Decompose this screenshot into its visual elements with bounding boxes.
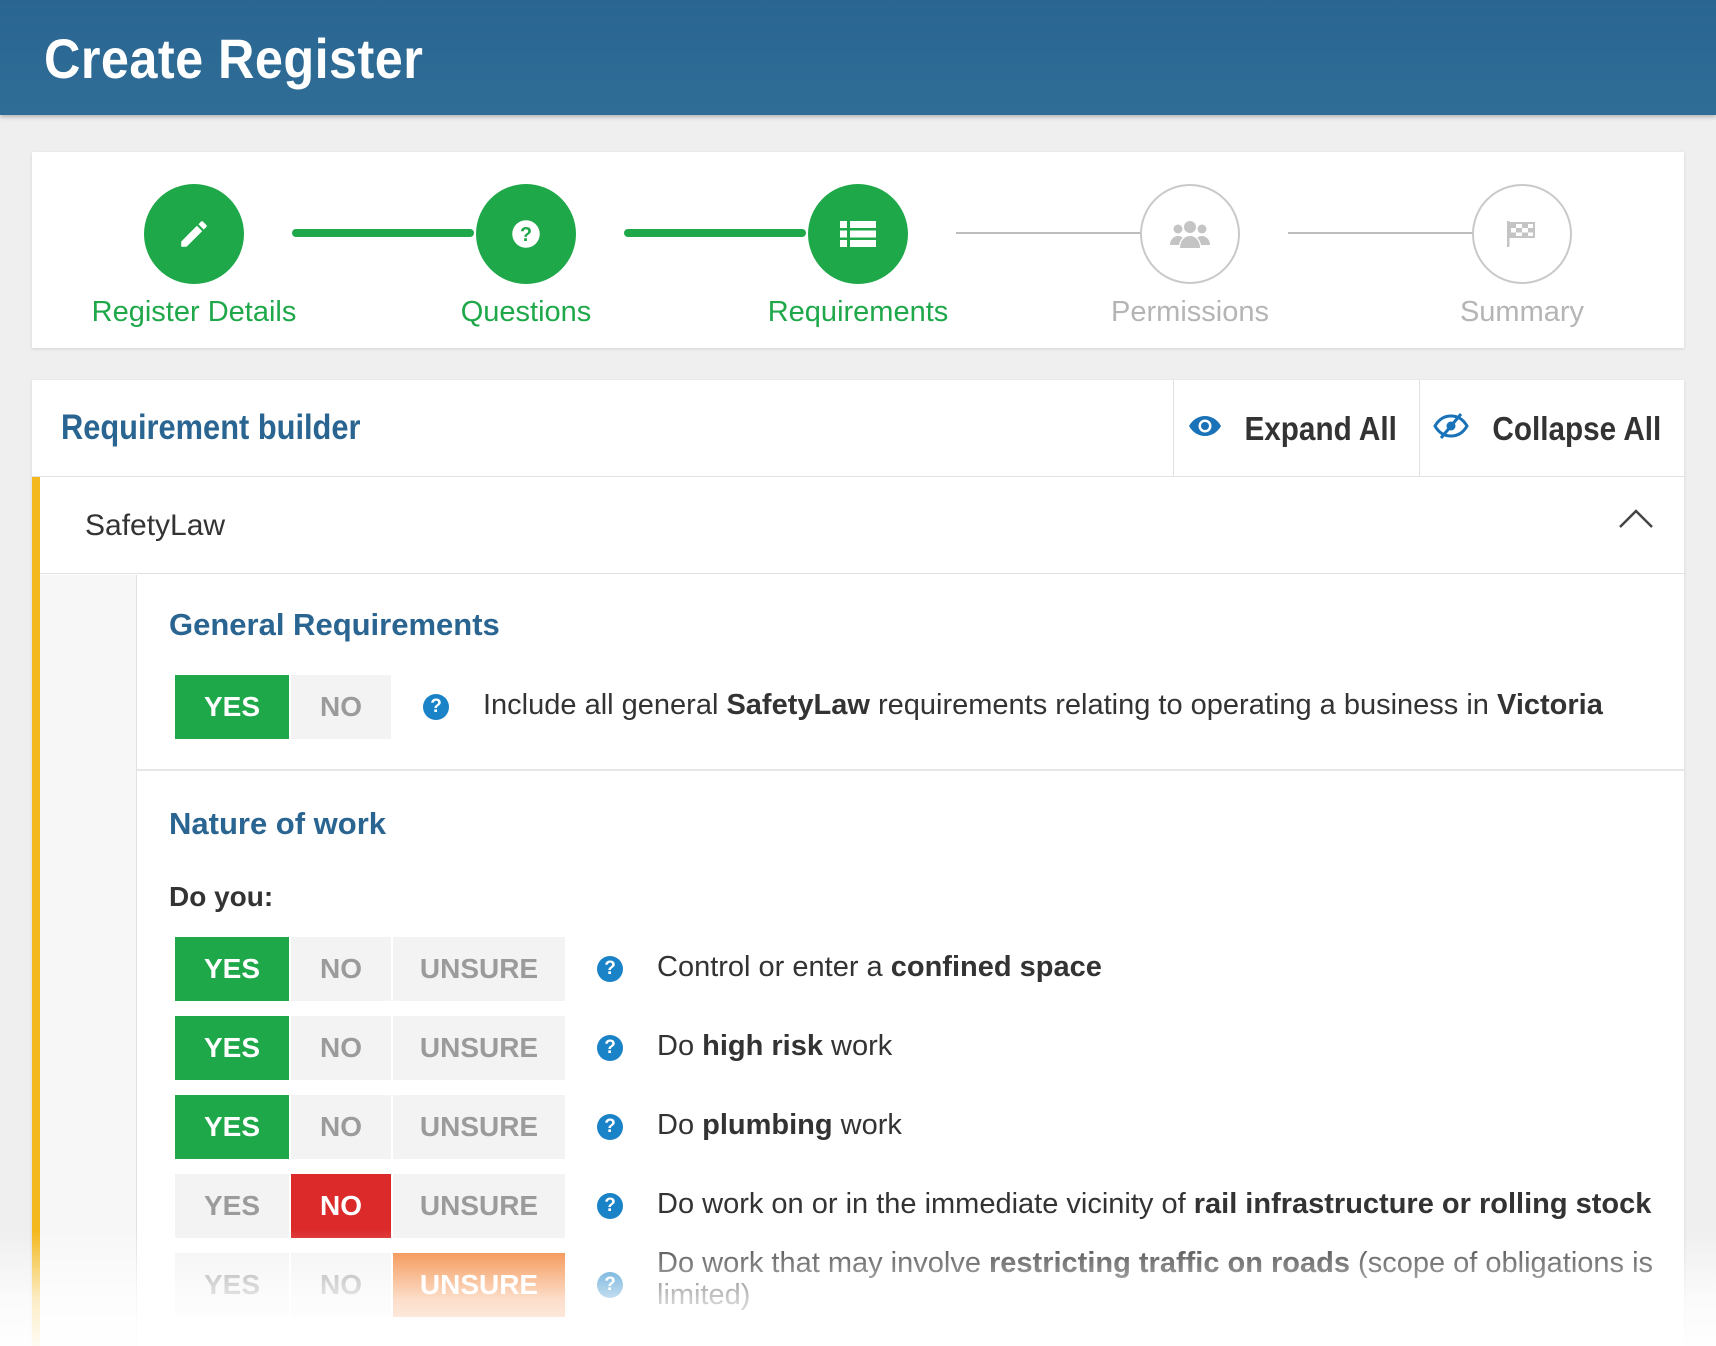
question-text: Do work on or in the immediate vicinity … (657, 1188, 1652, 1220)
question-toggle: YES NO UNSURE (175, 1174, 565, 1238)
progress-stepper: Register Details ? Questions Requirement… (32, 152, 1684, 348)
flag-icon (1472, 184, 1572, 284)
requirement-builder-card: Requirement builder Expand All Collapse … (32, 380, 1684, 1346)
step-register-details[interactable]: Register Details (74, 184, 314, 329)
unsure-button[interactable]: UNSURE (393, 1253, 565, 1317)
question-toggle: YES NO UNSURE (175, 1095, 565, 1159)
eye-icon (1188, 415, 1222, 442)
group-accent-bar (32, 477, 40, 1346)
no-button[interactable]: NO (291, 1253, 391, 1317)
step-label: Summary (1459, 296, 1585, 328)
yes-button[interactable]: YES (175, 1253, 289, 1317)
pencil-icon (144, 184, 244, 284)
unsure-button[interactable]: UNSURE (393, 937, 565, 1001)
no-button[interactable]: NO (291, 1174, 391, 1238)
unsure-button[interactable]: UNSURE (393, 1174, 565, 1238)
unsure-button[interactable]: UNSURE (393, 1016, 565, 1080)
no-button[interactable]: NO (291, 937, 391, 1001)
chevron-up-icon[interactable] (1618, 507, 1654, 534)
step-label: Permissions (1111, 296, 1269, 328)
collapse-all-label: Collapse All (1492, 409, 1662, 447)
help-icon[interactable]: ? (597, 1035, 623, 1061)
help-icon[interactable]: ? (423, 694, 449, 720)
step-label: Requirements (767, 296, 949, 328)
question-text: Control or enter a confined space (657, 951, 1102, 983)
section-title-nature: Nature of work (169, 806, 387, 841)
step-requirements[interactable]: Requirements (738, 184, 978, 329)
yes-button[interactable]: YES (175, 1016, 289, 1080)
question-text: Do work that may involve restricting tra… (657, 1247, 1654, 1311)
step-permissions[interactable]: Permissions (1070, 184, 1310, 329)
step-summary[interactable]: Summary (1402, 184, 1642, 329)
no-button[interactable]: NO (291, 675, 391, 739)
yes-button[interactable]: YES (175, 675, 289, 739)
group-content: General Requirements YES NO ? Include al… (136, 575, 1684, 1346)
no-button[interactable]: NO (291, 1016, 391, 1080)
svg-text:?: ? (520, 224, 532, 246)
expand-all-label: Expand All (1244, 409, 1397, 447)
indent-gutter (40, 575, 136, 1346)
help-icon[interactable]: ? (597, 1114, 623, 1140)
question-toggle: YES NO UNSURE (175, 1253, 565, 1317)
help-icon[interactable]: ? (597, 1193, 623, 1219)
question-toggle: YES NO UNSURE (175, 937, 565, 1001)
question-prompt: Do you: (169, 881, 274, 912)
question-toggle: YES NO UNSURE (175, 1016, 565, 1080)
step-label: Register Details (91, 296, 297, 328)
help-icon[interactable]: ? (597, 1272, 623, 1298)
step-questions[interactable]: ? Questions (406, 184, 646, 329)
question-circle-icon: ? (476, 184, 576, 284)
collapse-all-button[interactable]: Collapse All (1419, 380, 1684, 477)
general-toggle: YES NO (175, 675, 391, 739)
list-icon (808, 184, 908, 284)
top-bar: Create Register (0, 0, 1716, 115)
yes-button[interactable]: YES (175, 1174, 289, 1238)
group-name: SafetyLaw (85, 509, 226, 542)
step-label: Questions (460, 296, 592, 328)
page-title: Create Register (44, 27, 424, 90)
group-header-safetylaw[interactable]: SafetyLaw (40, 477, 1684, 574)
section-title-general: General Requirements (169, 607, 500, 642)
no-button[interactable]: NO (291, 1095, 391, 1159)
users-icon (1140, 184, 1240, 284)
yes-button[interactable]: YES (175, 937, 289, 1001)
question-text: Do high risk work (657, 1030, 893, 1062)
unsure-button[interactable]: UNSURE (393, 1095, 565, 1159)
yes-button[interactable]: YES (175, 1095, 289, 1159)
eye-slash-icon (1433, 413, 1469, 444)
expand-all-button[interactable]: Expand All (1173, 380, 1419, 477)
card-title: Requirement builder (61, 408, 361, 447)
general-requirement-text: Include all general SafetyLaw requiremen… (483, 689, 1603, 721)
question-text: Do plumbing work (657, 1109, 902, 1141)
card-header: Requirement builder Expand All Collapse … (32, 380, 1684, 477)
help-icon[interactable]: ? (597, 956, 623, 982)
section-divider (137, 769, 1684, 771)
